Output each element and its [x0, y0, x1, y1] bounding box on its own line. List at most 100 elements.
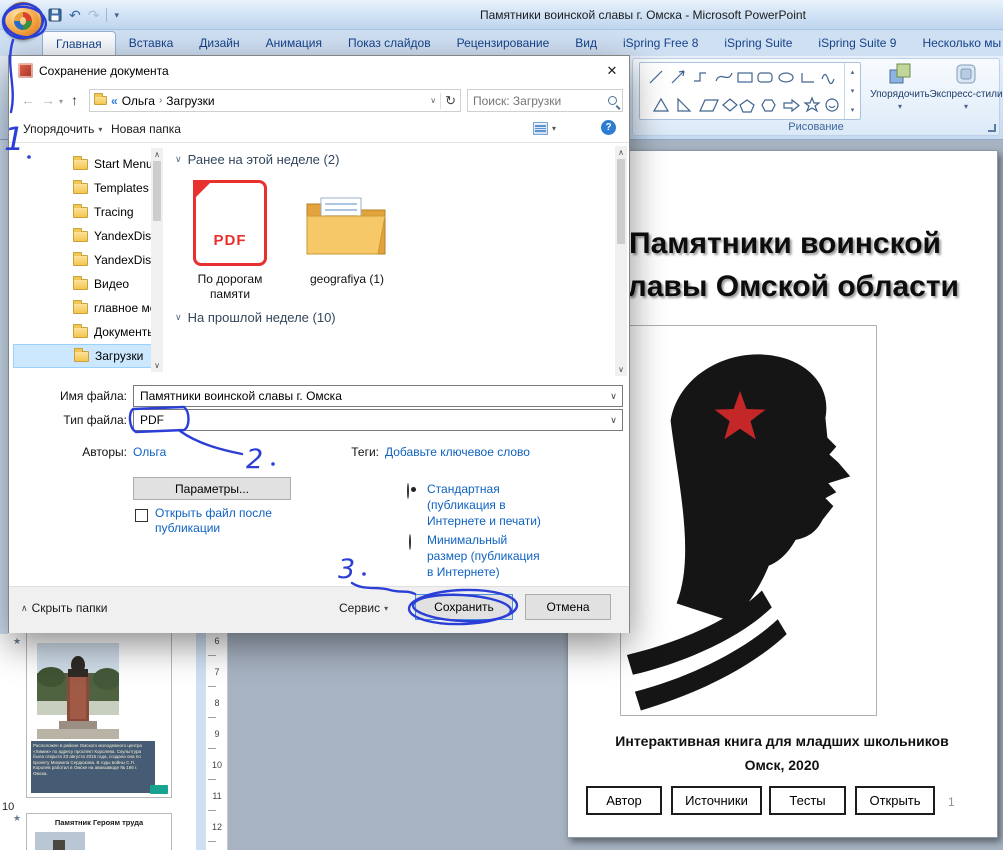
tab-animation[interactable]: Анимация — [253, 30, 335, 56]
combo-dropdown-icon[interactable]: ∨ — [605, 415, 622, 426]
open-after-publish-checkbox[interactable] — [135, 509, 148, 522]
close-icon[interactable]: ✕ — [599, 60, 625, 82]
radio-minimal[interactable] — [409, 534, 411, 550]
search-box[interactable] — [467, 89, 623, 112]
files-scrollbar[interactable]: ∧ ∨ — [615, 146, 627, 376]
file-name-combo[interactable]: ∨ — [133, 385, 623, 407]
tab-design[interactable]: Дизайн — [186, 30, 252, 56]
tools-dropdown[interactable]: Сервис ▾ — [339, 601, 388, 615]
hide-folders-button[interactable]: ∧ Скрыть папки — [21, 601, 108, 615]
dialog-launcher-icon[interactable] — [988, 124, 996, 132]
scroll-down-icon[interactable]: ∨ — [154, 359, 160, 372]
slide-button-tests[interactable]: Тесты — [769, 786, 846, 815]
scroll-up-icon[interactable]: ∧ — [154, 148, 160, 161]
slide-thumbnail-9[interactable]: Расположен в районе Омского молодежного … — [26, 624, 172, 798]
tab-view[interactable]: Вид — [562, 30, 610, 56]
new-folder-button[interactable]: Новая папка — [111, 122, 181, 136]
thumbnail-title: Памятник Героям труда — [54, 818, 144, 827]
slide-button-open[interactable]: Открыть — [855, 786, 935, 815]
forward-icon[interactable]: → — [41, 92, 55, 108]
folder-icon — [73, 299, 88, 314]
tags-value[interactable]: Добавьте ключевое слово — [385, 445, 530, 459]
gallery-scroll-down-icon[interactable]: ▾ — [845, 82, 860, 101]
window-frame-strip — [0, 140, 8, 634]
combo-dropdown-icon[interactable]: ∨ — [605, 391, 622, 402]
search-input[interactable] — [473, 93, 608, 108]
nav-history-dropdown-icon[interactable]: ▾ — [59, 97, 63, 106]
pdf-file-item[interactable]: PDF — [193, 180, 267, 266]
tab-home[interactable]: Главная — [42, 31, 116, 56]
search-icon[interactable] — [608, 96, 617, 105]
tab-addin[interactable]: Несколько мы — [909, 30, 1003, 56]
office-button[interactable] — [4, 2, 42, 40]
address-dropdown-icon[interactable]: ∨ — [430, 96, 436, 105]
slide-button-sources[interactable]: Источники — [671, 786, 762, 815]
qat-dropdown-icon[interactable]: ▾ — [114, 8, 119, 22]
sidebar-item-main[interactable]: главное ме — [13, 296, 153, 320]
help-button[interactable]: ? — [601, 120, 616, 135]
ruler-tick — [208, 748, 216, 749]
sidebar-item-downloads[interactable]: Загрузки — [13, 344, 153, 368]
group-header-last-week[interactable]: ∨ На прошлой неделе (10) — [175, 310, 336, 325]
tab-slideshow[interactable]: Показ слайдов — [335, 30, 444, 56]
scroll-thumb[interactable] — [153, 161, 161, 221]
gallery-scroll-up-icon[interactable]: ▴ — [845, 63, 860, 82]
up-icon[interactable]: ↑ — [71, 92, 78, 108]
radio-minimal-label[interactable]: Минимальный размер (публикация в Интерне… — [427, 532, 597, 580]
file-list: ∨ Ранее на этой неделе (2) PDF По дорога… — [167, 146, 613, 376]
sidebar-item-yandexdisk-2[interactable]: YandexDisk- — [13, 248, 153, 272]
breadcrumb-root[interactable]: Ольга — [122, 94, 155, 108]
tab-ispring-free-8[interactable]: iSpring Free 8 — [610, 30, 711, 56]
tab-insert[interactable]: Вставка — [116, 30, 187, 56]
options-button[interactable]: Параметры... — [133, 477, 291, 500]
file-type-label: Тип файла: — [63, 413, 127, 427]
back-icon[interactable]: ← — [21, 92, 35, 108]
sidebar-item-templates[interactable]: Templates — [13, 176, 153, 200]
breadcrumb-overflow-icon[interactable]: « — [111, 94, 118, 108]
sidebar-item-video[interactable]: Видео — [13, 272, 153, 296]
scroll-thumb[interactable] — [617, 159, 625, 244]
save-button[interactable]: Сохранить — [415, 594, 513, 620]
folder-icon — [73, 203, 88, 218]
cancel-button[interactable]: Отмена — [525, 594, 611, 620]
shapes-gallery[interactable]: ▴ ▾ ▾ — [639, 62, 861, 120]
authors-value[interactable]: Ольга — [133, 445, 166, 459]
tab-review[interactable]: Рецензирование — [444, 30, 563, 56]
folder-item-icon[interactable] — [303, 190, 389, 260]
save-icon[interactable] — [48, 8, 62, 22]
address-bar[interactable]: « Ольга › Загрузки ∨ ↻ — [89, 89, 461, 112]
sidebar-item-start-menu[interactable]: Start Menu — [13, 152, 153, 176]
folder-icon — [73, 155, 88, 170]
slide-image-soldier-silhouette[interactable] — [620, 325, 877, 716]
scroll-up-icon[interactable]: ∧ — [618, 146, 624, 159]
redo-icon[interactable]: ↷ — [88, 8, 100, 22]
file-type-combo[interactable]: PDF ∨ — [133, 409, 623, 431]
radio-standard-label[interactable]: Стандартная (публикация в Интернете и пе… — [427, 481, 587, 529]
group-header-earlier-this-week[interactable]: ∨ Ранее на этой неделе (2) — [175, 152, 339, 167]
radio-standard[interactable] — [407, 483, 409, 499]
file-type-value: PDF — [140, 413, 164, 427]
sidebar-item-documents[interactable]: Документы — [13, 320, 153, 344]
file-name-label: Имя файла: — [60, 389, 127, 403]
sidebar-item-yandexdisk[interactable]: YandexDisk — [13, 224, 153, 248]
views-button[interactable]: ▾ — [533, 122, 556, 135]
scroll-down-icon[interactable]: ∨ — [618, 363, 624, 376]
thumbnail-back-chip — [150, 785, 168, 794]
undo-icon[interactable]: ↶ — [69, 8, 81, 22]
open-after-publish-label[interactable]: Открыть файл после публикации — [155, 506, 295, 536]
slide-thumbnail-10[interactable]: Памятник Героям труда — [26, 813, 172, 850]
slide-button-author[interactable]: Автор — [586, 786, 662, 815]
breadcrumb-current[interactable]: Загрузки — [166, 94, 214, 108]
quick-styles-button[interactable]: Экспресс-стили ▾ — [929, 61, 1003, 121]
shapes-gallery-scroll: ▴ ▾ ▾ — [844, 63, 860, 119]
tab-ispring-suite-9[interactable]: iSpring Suite 9 — [805, 30, 909, 56]
sidebar-item-tracing[interactable]: Tracing — [13, 200, 153, 224]
file-name-input[interactable] — [140, 389, 599, 403]
ribbon-tab-strip: Главная Вставка Дизайн Анимация Показ сл… — [42, 30, 1003, 56]
refresh-icon[interactable]: ↻ — [445, 93, 456, 109]
organize-button[interactable]: Упорядочить ▾ — [23, 122, 102, 136]
tab-ispring-suite[interactable]: iSpring Suite — [711, 30, 805, 56]
tree-scrollbar[interactable]: ∧ ∨ — [151, 148, 163, 372]
arrange-button[interactable]: Упорядочить ▾ — [867, 61, 933, 121]
gallery-more-icon[interactable]: ▾ — [845, 100, 860, 119]
